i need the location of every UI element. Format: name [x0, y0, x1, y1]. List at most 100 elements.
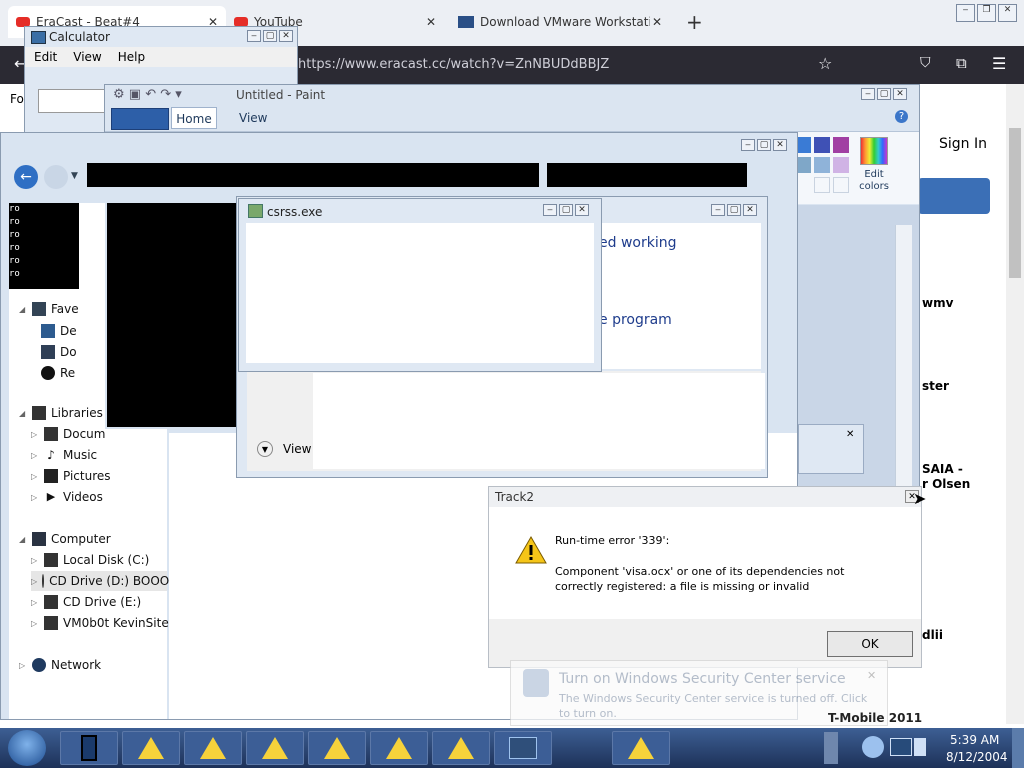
- taskbar-app[interactable]: [612, 731, 670, 765]
- libraries-node[interactable]: ◢ Libraries: [19, 403, 103, 423]
- taskbar-app[interactable]: [432, 731, 490, 765]
- maximize-icon[interactable]: ▢: [757, 139, 771, 151]
- drive-item[interactable]: ▷ CD Drive (E:): [31, 592, 141, 612]
- page-scrollbar[interactable]: [1006, 84, 1024, 724]
- close-icon[interactable]: ✕: [426, 15, 436, 29]
- maximize-icon[interactable]: ▢: [877, 88, 891, 100]
- close-icon[interactable]: ✕: [773, 139, 787, 151]
- close-icon[interactable]: ✕: [575, 204, 589, 216]
- ok-button[interactable]: OK: [827, 631, 913, 657]
- chevron-down-icon[interactable]: ▼: [257, 441, 273, 457]
- color-swatch[interactable]: [814, 137, 830, 153]
- minimize-icon[interactable]: ‒: [741, 139, 755, 151]
- minimize-icon[interactable]: ‒: [711, 204, 725, 216]
- back-arrow-icon[interactable]: ←: [14, 165, 38, 189]
- color-swatch-empty[interactable]: [833, 177, 849, 193]
- expand-icon[interactable]: ▷: [31, 556, 39, 565]
- library-item[interactable]: ▷ ♪ Music: [31, 445, 97, 465]
- drive-item[interactable]: ▷ VM0b0t KevinSite: [31, 613, 169, 633]
- start-button[interactable]: [8, 730, 46, 766]
- close-icon[interactable]: ✕: [893, 88, 907, 100]
- close-icon[interactable]: ✕: [743, 204, 757, 216]
- maximize-icon[interactable]: ❐: [977, 4, 996, 22]
- edit-colors-button[interactable]: Edit colors: [853, 135, 895, 199]
- menu-edit[interactable]: Edit: [34, 50, 57, 64]
- tab-vmware[interactable]: Download VMware Workstation ✕: [458, 8, 668, 36]
- favorites-item[interactable]: Re: [41, 363, 75, 383]
- library-item[interactable]: ▷ ▶ Videos: [31, 487, 103, 507]
- extensions-icon[interactable]: ⧉: [956, 54, 967, 72]
- bookmark-star-icon[interactable]: ☆: [818, 54, 832, 73]
- expand-icon[interactable]: ◢: [19, 305, 27, 314]
- taskbar-app[interactable]: [60, 731, 118, 765]
- close-icon[interactable]: ✕: [867, 669, 876, 682]
- close-icon[interactable]: ✕: [846, 429, 854, 440]
- black-content-panel: [105, 201, 243, 429]
- minimize-icon[interactable]: ‒: [543, 204, 557, 216]
- forward-arrow-icon[interactable]: [44, 165, 68, 189]
- color-swatch[interactable]: [833, 157, 849, 173]
- network-tray-icon[interactable]: [862, 736, 884, 758]
- minimize-icon[interactable]: ‒: [861, 88, 875, 100]
- favorites-node[interactable]: ◢ Fave: [19, 299, 79, 319]
- maximize-icon[interactable]: ▢: [263, 30, 277, 42]
- close-icon[interactable]: ✕: [998, 4, 1017, 22]
- clock-date[interactable]: 8/12/2004: [946, 750, 1008, 764]
- computer-node[interactable]: ◢ Computer: [19, 529, 111, 549]
- paint-scrollbar[interactable]: [895, 225, 912, 495]
- pocket-icon[interactable]: ⛉: [920, 55, 931, 71]
- color-swatch[interactable]: [814, 157, 830, 173]
- expand-icon[interactable]: ▷: [31, 493, 39, 502]
- help-icon[interactable]: ?: [895, 110, 908, 123]
- minimize-icon[interactable]: ‒: [247, 30, 261, 42]
- expand-icon[interactable]: ▷: [19, 661, 27, 670]
- search-box[interactable]: [547, 163, 747, 187]
- scrollbar-thumb[interactable]: [1009, 128, 1021, 278]
- window-controls: ‒ ▢ ✕: [711, 204, 757, 216]
- taskbar-app[interactable]: [122, 731, 180, 765]
- display-tray-icon[interactable]: [890, 738, 912, 756]
- address-bar[interactable]: [87, 163, 539, 187]
- taskbar-scroll[interactable]: [824, 732, 838, 764]
- color-swatch[interactable]: [833, 137, 849, 153]
- paint-menu-button[interactable]: [111, 108, 169, 130]
- taskbar-calculator[interactable]: [494, 731, 552, 765]
- sign-in-link[interactable]: Sign In: [939, 136, 987, 152]
- expand-icon[interactable]: ▷: [31, 472, 39, 481]
- url-bar[interactable]: https://www.eracast.cc/watch?v=ZnNBUDdBB…: [298, 57, 609, 72]
- chevron-down-icon[interactable]: ▼: [71, 171, 78, 181]
- taskbar-app[interactable]: [184, 731, 242, 765]
- expand-icon[interactable]: ▷: [31, 619, 39, 628]
- taskbar-app[interactable]: [246, 731, 304, 765]
- taskbar-app[interactable]: [308, 731, 366, 765]
- drive-item[interactable]: ▷ CD Drive (D:) BOOO: [31, 571, 169, 591]
- new-tab-button[interactable]: +: [686, 10, 703, 34]
- menu-help[interactable]: Help: [118, 50, 145, 64]
- favorites-item[interactable]: De: [41, 321, 77, 341]
- maximize-icon[interactable]: ▢: [727, 204, 741, 216]
- library-item[interactable]: ▷ Pictures: [31, 466, 111, 486]
- tab-view[interactable]: View: [239, 111, 267, 125]
- expand-icon[interactable]: ▷: [31, 430, 39, 439]
- expand-icon[interactable]: ▷: [31, 577, 37, 586]
- drive-item[interactable]: ▷ Local Disk (C:): [31, 550, 149, 570]
- maximize-icon[interactable]: ▢: [559, 204, 573, 216]
- clock-time[interactable]: 5:39 AM: [950, 733, 999, 747]
- expand-icon[interactable]: ▷: [31, 598, 39, 607]
- close-icon[interactable]: ✕: [279, 30, 293, 42]
- menu-view[interactable]: View: [73, 50, 101, 64]
- show-desktop-button[interactable]: [1012, 728, 1024, 768]
- expand-icon[interactable]: ◢: [19, 535, 27, 544]
- favorites-item[interactable]: Do: [41, 342, 77, 362]
- minimize-icon[interactable]: ‒: [956, 4, 975, 22]
- library-item[interactable]: ▷ Docum: [31, 424, 105, 444]
- color-swatch-empty[interactable]: [814, 177, 830, 193]
- expand-icon[interactable]: ▷: [31, 451, 39, 460]
- network-node[interactable]: ▷ Network: [19, 655, 101, 675]
- taskbar-app[interactable]: [370, 731, 428, 765]
- menu-icon[interactable]: ☰: [992, 54, 1006, 73]
- expand-icon[interactable]: ◢: [19, 409, 27, 418]
- close-icon[interactable]: ✕: [652, 15, 662, 29]
- volume-tray-icon[interactable]: [914, 738, 926, 756]
- tab-home[interactable]: Home: [171, 107, 217, 129]
